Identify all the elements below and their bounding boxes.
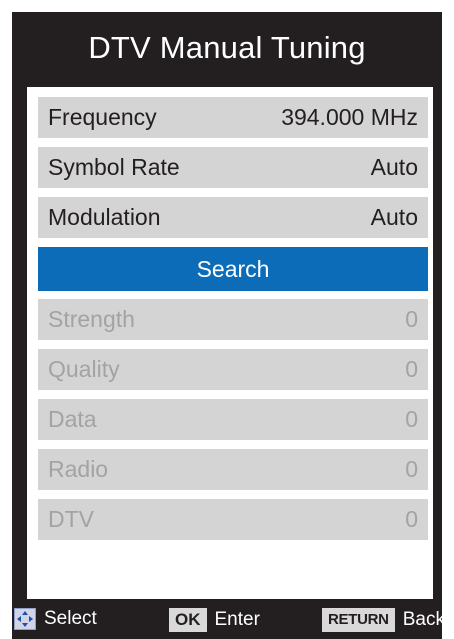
data-label: Data [48,406,97,432]
enter-label: Enter [214,609,260,630]
quality-row: Quality 0 [38,349,428,390]
select-hint: Select [14,608,97,630]
radio-label: Radio [48,456,109,482]
dialog-title: DTV Manual Tuning [88,30,366,65]
dtv-label: DTV [48,506,94,532]
navigation-arrows-icon [14,608,36,630]
dtv-row: DTV 0 [38,499,428,540]
ok-key-icon: OK [169,608,207,632]
back-hint: RETURN Back [322,608,445,632]
search-button[interactable]: Search [38,247,428,291]
back-label: Back [402,609,445,630]
data-row: Data 0 [38,399,428,440]
menu-panel: Frequency 394.000 MHz Symbol Rate Auto M… [27,87,433,599]
frequency-row[interactable]: Frequency 394.000 MHz [38,97,428,138]
radio-value: 0 [405,456,418,482]
frequency-label: Frequency [48,104,157,130]
return-key-icon: RETURN [322,608,395,632]
footer-hints: Select OK Enter RETURN Back [12,602,445,639]
strength-value: 0 [405,306,418,332]
quality-label: Quality [48,356,120,382]
strength-row: Strength 0 [38,299,428,340]
dtv-value: 0 [405,506,418,532]
modulation-label: Modulation [48,204,161,230]
symbol-rate-label: Symbol Rate [48,154,180,180]
search-label: Search [196,255,270,282]
symbol-rate-row[interactable]: Symbol Rate Auto [38,147,428,188]
radio-row: Radio 0 [38,449,428,490]
symbol-rate-value: Auto [370,154,418,180]
frequency-value: 394.000 MHz [281,104,418,130]
modulation-value: Auto [370,204,418,230]
data-value: 0 [405,406,418,432]
tuning-dialog: DTV Manual Tuning Frequency 394.000 MHz … [12,12,445,639]
select-label: Select [44,608,97,629]
modulation-row[interactable]: Modulation Auto [38,197,428,238]
strength-label: Strength [48,306,135,332]
enter-hint: OK Enter [169,608,260,632]
quality-value: 0 [405,356,418,382]
